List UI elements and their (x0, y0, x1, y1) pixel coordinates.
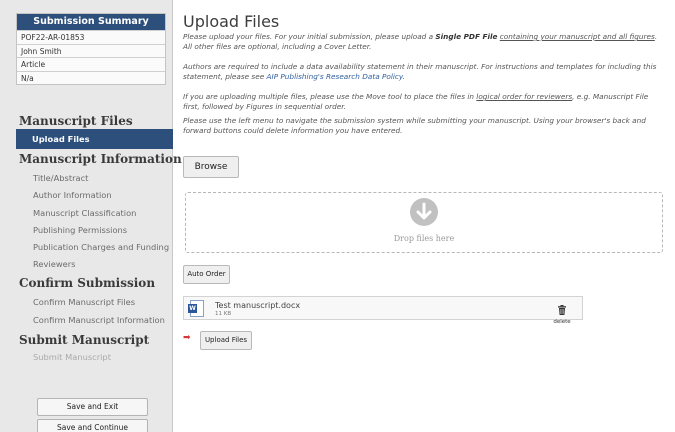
manuscript-id: POF22-AR-01853 (17, 30, 165, 44)
sidebar-item-confirm-files[interactable]: Confirm Manuscript Files (33, 297, 135, 307)
sidebar-item-publishing-permissions[interactable]: Publishing Permissions (33, 225, 127, 235)
file-drop-zone[interactable]: Drop files here (185, 192, 663, 253)
save-and-continue-button[interactable]: Save and Continue (37, 419, 148, 432)
browse-button[interactable]: Browse (183, 156, 239, 178)
delete-file-button[interactable]: delete (550, 300, 574, 325)
instructions-paragraph-2: Authors are required to include a data a… (183, 62, 657, 81)
sidebar-item-reviewers[interactable]: Reviewers (33, 259, 75, 269)
drop-files-label: Drop files here (393, 234, 455, 243)
sidebar-item-confirm-information[interactable]: Confirm Manuscript Information (33, 315, 165, 325)
sidebar-item-publication-charges[interactable]: Publication Charges and Funding (33, 242, 169, 252)
single-pdf-emphasis: Single PDF File (435, 32, 498, 41)
right-arrow-icon: ➡ (183, 333, 191, 343)
save-and-exit-button[interactable]: Save and Exit (37, 398, 148, 416)
page-title: Upload Files (183, 12, 280, 31)
manuscript-figures-emphasis: containing your manuscript and all figur… (499, 32, 655, 41)
word-document-icon: W (188, 300, 204, 317)
section-submit-manuscript: Submit Manuscript (19, 333, 150, 347)
logical-order-emphasis: logical order for reviewers (476, 92, 573, 101)
research-data-policy-link[interactable]: AIP Publishing's Research Data Policy (267, 72, 403, 81)
trash-icon (558, 305, 566, 315)
sidebar: Submission Summary POF22-AR-01853 John S… (0, 0, 182, 432)
auto-order-button[interactable]: Auto Order (183, 265, 230, 284)
sidebar-item-author-information[interactable]: Author Information (33, 190, 112, 200)
file-size: 11 KB (215, 311, 232, 317)
main-content: Upload Files Please upload your files. F… (183, 0, 663, 432)
instructions-paragraph-4: Please use the left menu to navigate the… (183, 116, 646, 135)
sidebar-item-submit-manuscript: Submit Manuscript (33, 352, 111, 362)
author-name: John Smith (17, 43, 165, 57)
download-arrow-icon (410, 198, 438, 226)
uploaded-file-item: W Test manuscript.docx 11 KB delete (183, 296, 583, 325)
delete-label: delete (553, 319, 571, 325)
submission-summary-header: Submission Summary (17, 14, 165, 30)
submission-summary: Submission Summary POF22-AR-01853 John S… (16, 13, 166, 85)
sidebar-item-upload-files[interactable]: Upload Files (16, 129, 173, 149)
sidebar-item-title-abstract[interactable]: Title/Abstract (33, 173, 88, 183)
file-name: Test manuscript.docx (215, 301, 301, 310)
section-manuscript-information: Manuscript Information (19, 152, 182, 166)
section-manuscript-files: Manuscript Files (19, 114, 133, 128)
sidebar-item-manuscript-classification[interactable]: Manuscript Classification (33, 208, 136, 218)
instructions-paragraph-3: If you are uploading multiple files, ple… (183, 92, 649, 111)
summary-extra: N/a (17, 70, 165, 84)
section-confirm-submission: Confirm Submission (19, 276, 156, 290)
article-type: Article (17, 57, 165, 71)
instructions-paragraph-1: Please upload your files. For your initi… (183, 32, 658, 51)
upload-files-button[interactable]: Upload Files (200, 331, 252, 350)
